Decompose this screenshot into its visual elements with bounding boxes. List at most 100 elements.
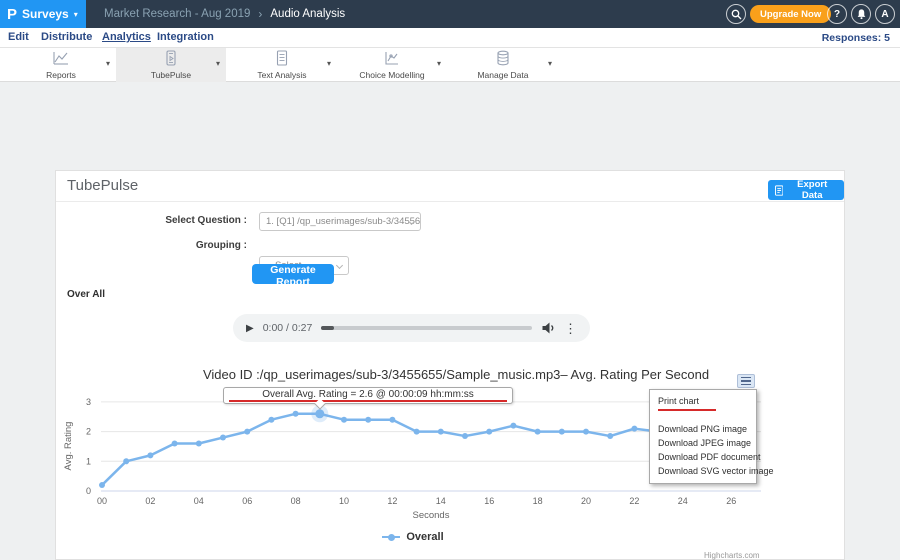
menu-item-download-png[interactable]: Download PNG image: [650, 422, 756, 436]
chevron-down-icon[interactable]: ▾: [327, 59, 331, 68]
svg-text:02: 02: [145, 496, 155, 506]
svg-text:04: 04: [194, 496, 204, 506]
analytics-toolbar: ▾ Reports ▾ TubePulse ▾ Text Analysis ▾ …: [0, 48, 900, 82]
menu-item-print-chart[interactable]: Print chart: [650, 394, 756, 408]
select-question-label: Select Question :: [56, 215, 247, 226]
svg-text:1: 1: [86, 456, 91, 466]
red-annotation-underline: [229, 400, 507, 402]
svg-text:26: 26: [726, 496, 736, 506]
responses-count: Responses: 5: [822, 32, 890, 44]
svg-text:24: 24: [678, 496, 688, 506]
audio-player: ▶ 0:00 / 0:27 ⋮: [233, 314, 590, 342]
chevron-down-icon[interactable]: ▾: [548, 59, 552, 68]
product-switcher[interactable]: P Surveys ▾: [0, 0, 86, 28]
toolbar-item-manage-data[interactable]: ▾ Manage Data: [448, 48, 558, 82]
question-select[interactable]: 1. [Q1] /qp_userimages/sub-3/3455655/S..…: [259, 212, 421, 231]
audio-time: 0:00 / 0:27: [263, 322, 313, 334]
question-icon: ?: [834, 9, 840, 20]
tubepulse-panel: TubePulse Export Data Select Question : …: [55, 170, 845, 560]
export-data-button[interactable]: Export Data: [768, 180, 844, 200]
toolbar-item-text-analysis[interactable]: ▾ Text Analysis: [227, 48, 337, 82]
svg-text:16: 16: [484, 496, 494, 506]
menu-item-download-pdf[interactable]: Download PDF document: [650, 450, 756, 464]
audio-seek-bar[interactable]: [321, 326, 532, 330]
chart-tooltip: Overall Avg. Rating = 2.6 @ 00:00:09 hh:…: [223, 387, 513, 404]
toolbar-item-choice-modelling[interactable]: ▾ Choice Modelling: [337, 48, 447, 82]
hamburger-icon: [741, 377, 751, 379]
toolbar-item-reports[interactable]: ▾ Reports: [6, 48, 116, 82]
breadcrumb-separator: ›: [258, 7, 262, 21]
notifications-button[interactable]: [851, 4, 871, 24]
upgrade-button[interactable]: Upgrade Now: [750, 5, 831, 23]
avatar[interactable]: A: [875, 4, 895, 24]
export-data-label: Export Data: [787, 179, 837, 201]
chevron-down-icon[interactable]: ▾: [106, 59, 110, 68]
menu-item-download-svg[interactable]: Download SVG vector image: [650, 464, 756, 478]
top-bar: P Surveys ▾ Market Research - Aug 2019 ›…: [0, 0, 900, 28]
legend-label: Overall: [406, 531, 443, 543]
search-icon: [731, 9, 742, 20]
svg-text:14: 14: [436, 496, 446, 506]
highcharts-credit: Highcharts.com: [704, 551, 760, 560]
svg-text:18: 18: [533, 496, 543, 506]
panel-title: TubePulse: [67, 177, 138, 194]
product-menu-label: Surveys: [22, 7, 69, 21]
page-content: TubePulse Export Data Select Question : …: [0, 82, 900, 488]
database-icon: [494, 50, 512, 66]
svg-text:20: 20: [581, 496, 591, 506]
nav-item-distribute[interactable]: Distribute: [41, 31, 92, 43]
toolbar-label: TubePulse: [116, 70, 226, 80]
toolbar-item-tubepulse[interactable]: ▾ TubePulse: [116, 48, 226, 82]
toolbar-label: Text Analysis: [227, 70, 337, 80]
svg-text:3: 3: [86, 397, 91, 407]
chart-legend-overall[interactable]: Overall: [301, 531, 525, 543]
nav-item-analytics[interactable]: Analytics: [102, 31, 151, 43]
chevron-down-icon: ▾: [74, 10, 78, 19]
svg-text:2: 2: [86, 427, 91, 437]
svg-text:10: 10: [339, 496, 349, 506]
help-button[interactable]: ?: [827, 4, 847, 24]
section-label: Over All: [67, 289, 105, 300]
chart-title: Video ID :/qp_userimages/sub-3/3455655/S…: [101, 367, 811, 382]
line-chart-icon: [52, 50, 70, 66]
nav-item-edit[interactable]: Edit: [8, 31, 29, 43]
video-pulse-icon: [162, 50, 180, 66]
audio-progress: [321, 326, 334, 330]
toolbar-label: Manage Data: [448, 70, 558, 80]
brand-logo: P: [7, 6, 17, 23]
svg-text:00: 00: [97, 496, 107, 506]
grouping-label: Grouping :: [56, 240, 247, 251]
svg-text:08: 08: [291, 496, 301, 506]
chevron-down-icon[interactable]: ▾: [437, 59, 441, 68]
chart-tooltip-text: Overall Avg. Rating = 2.6 @ 00:00:09 hh:…: [262, 389, 473, 400]
svg-text:Avg. Rating: Avg. Rating: [63, 422, 74, 471]
menu-item-download-jpeg[interactable]: Download JPEG image: [650, 436, 756, 450]
nav-item-integration[interactable]: Integration: [157, 31, 214, 43]
svg-text:Seconds: Seconds: [413, 510, 450, 521]
toolbar-label: Choice Modelling: [337, 70, 447, 80]
breadcrumb: Market Research - Aug 2019 › Audio Analy…: [104, 0, 345, 28]
svg-text:22: 22: [629, 496, 639, 506]
choice-chart-icon: [383, 50, 401, 66]
play-button[interactable]: ▶: [246, 323, 254, 334]
svg-text:12: 12: [387, 496, 397, 506]
toolbar-label: Reports: [6, 70, 116, 80]
export-file-icon: [775, 185, 783, 196]
red-annotation-underline: [658, 409, 716, 411]
chevron-down-icon: [336, 262, 343, 269]
menu-separator: [650, 410, 756, 422]
chevron-down-icon[interactable]: ▾: [216, 59, 220, 68]
breadcrumb-parent[interactable]: Market Research - Aug 2019: [104, 8, 250, 20]
bell-icon: [856, 8, 867, 20]
volume-icon[interactable]: [541, 321, 555, 335]
avatar-initial: A: [881, 9, 888, 20]
section-nav: Edit Distribute Analytics Integration Re…: [0, 28, 900, 48]
breadcrumb-current: Audio Analysis: [270, 8, 345, 20]
generate-report-button[interactable]: Generate Report: [252, 264, 334, 284]
divider: [56, 201, 844, 202]
kebab-menu-icon[interactable]: ⋮: [564, 322, 577, 335]
document-icon: [273, 50, 291, 66]
chart-export-menu: Print chart Download PNG image Download …: [649, 389, 757, 484]
search-button[interactable]: [726, 4, 746, 24]
question-select-value: 1. [Q1] /qp_userimages/sub-3/3455655/S..…: [266, 216, 421, 227]
